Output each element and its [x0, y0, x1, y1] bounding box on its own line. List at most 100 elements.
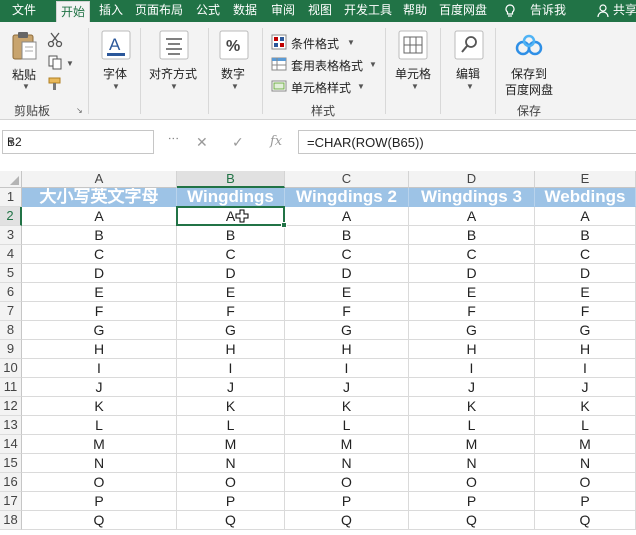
cell-b16[interactable]: O [177, 473, 285, 492]
cell-b3[interactable]: B [177, 226, 285, 245]
cell-c9[interactable]: H [285, 340, 409, 359]
row-header[interactable]: 11 [0, 378, 22, 397]
cell-a14[interactable]: M [22, 435, 177, 454]
cell-c14[interactable]: M [285, 435, 409, 454]
cell-d4[interactable]: C [409, 245, 535, 264]
formula-input[interactable]: =CHAR(ROW(B65)) [298, 130, 636, 154]
tab-5[interactable]: 数据 [228, 0, 262, 22]
number-button[interactable]: 数字 [221, 65, 245, 82]
cell-b15[interactable]: N [177, 454, 285, 473]
cells-dropdown-icon[interactable]: ▼ [411, 82, 419, 91]
cell-c16[interactable]: O [285, 473, 409, 492]
cell-d16[interactable]: O [409, 473, 535, 492]
cell-c2[interactable]: A [285, 207, 409, 226]
row-header[interactable]: 10 [0, 359, 22, 378]
cell-c7[interactable]: F [285, 302, 409, 321]
row-header[interactable]: 9 [0, 340, 22, 359]
cell-a10[interactable]: I [22, 359, 177, 378]
row-header[interactable]: 7 [0, 302, 22, 321]
cell-d1[interactable]: Wingdings 3 [409, 188, 535, 207]
cell-e14[interactable]: M [535, 435, 636, 454]
cell-a7[interactable]: F [22, 302, 177, 321]
copy-icon[interactable] [47, 54, 63, 70]
row-header[interactable]: 18 [0, 511, 22, 530]
cell-b17[interactable]: P [177, 492, 285, 511]
paste-icon[interactable] [10, 30, 40, 62]
column-header-a[interactable]: A [22, 171, 177, 188]
cell-a12[interactable]: K [22, 397, 177, 416]
font-button[interactable]: 字体 [103, 65, 127, 82]
cell-b1[interactable]: Wingdings [177, 188, 285, 207]
cell-d17[interactable]: P [409, 492, 535, 511]
tab-1[interactable]: 开始 [56, 1, 90, 22]
font-icon[interactable]: A [101, 30, 131, 60]
cell-a1[interactable]: 大小写英文字母 [22, 188, 177, 207]
cell-b9[interactable]: H [177, 340, 285, 359]
cell-d8[interactable]: G [409, 321, 535, 340]
tab-6[interactable]: 审阅 [266, 0, 300, 22]
baidu-netdisk-icon[interactable] [514, 34, 544, 58]
tab-3[interactable]: 页面布局 [131, 0, 187, 22]
cell-a8[interactable]: G [22, 321, 177, 340]
cell-b6[interactable]: E [177, 283, 285, 302]
row-header[interactable]: 5 [0, 264, 22, 283]
clipboard-launcher-icon[interactable]: ↘ [76, 106, 83, 115]
cell-d18[interactable]: Q [409, 511, 535, 530]
cell-a17[interactable]: P [22, 492, 177, 511]
cells-icon[interactable] [398, 30, 428, 60]
cell-d3[interactable]: B [409, 226, 535, 245]
lightbulb-icon[interactable] [504, 4, 516, 18]
save-to-baidu-line2[interactable]: 百度网盘 [505, 81, 553, 98]
cell-b11[interactable]: J [177, 378, 285, 397]
cell-e3[interactable]: B [535, 226, 636, 245]
cell-b14[interactable]: M [177, 435, 285, 454]
cell-b8[interactable]: G [177, 321, 285, 340]
cell-c15[interactable]: N [285, 454, 409, 473]
cell-b10[interactable]: I [177, 359, 285, 378]
cell-c12[interactable]: K [285, 397, 409, 416]
tab-0[interactable]: 文件 [0, 0, 48, 22]
cell-d6[interactable]: E [409, 283, 535, 302]
cell-e17[interactable]: P [535, 492, 636, 511]
cell-e15[interactable]: N [535, 454, 636, 473]
copy-dropdown-icon[interactable]: ▼ [66, 59, 74, 68]
cell-c6[interactable]: E [285, 283, 409, 302]
font-dropdown-icon[interactable]: ▼ [112, 82, 120, 91]
alignment-button[interactable]: 对齐方式 [149, 65, 197, 82]
name-box-dropdown-icon[interactable]: ▼ [7, 137, 149, 147]
cell-b5[interactable]: D [177, 264, 285, 283]
cells-button[interactable]: 单元格 [395, 65, 431, 82]
row-header[interactable]: 12 [0, 397, 22, 416]
cell-c1[interactable]: Wingdings 2 [285, 188, 409, 207]
cell-c10[interactable]: I [285, 359, 409, 378]
cell-d10[interactable]: I [409, 359, 535, 378]
cell-d7[interactable]: F [409, 302, 535, 321]
cell-b13[interactable]: L [177, 416, 285, 435]
save-to-baidu-line1[interactable]: 保存到 [511, 65, 547, 82]
editing-button[interactable]: 编辑 [456, 65, 480, 82]
alignment-dropdown-icon[interactable]: ▼ [170, 82, 178, 91]
cell-a18[interactable]: Q [22, 511, 177, 530]
row-header[interactable]: 4 [0, 245, 22, 264]
paste-dropdown-icon[interactable]: ▼ [22, 82, 30, 91]
cell-b12[interactable]: K [177, 397, 285, 416]
cell-e12[interactable]: K [535, 397, 636, 416]
tab-9[interactable]: 帮助 [398, 0, 432, 22]
cell-c4[interactable]: C [285, 245, 409, 264]
cell-b7[interactable]: F [177, 302, 285, 321]
cell-e16[interactable]: O [535, 473, 636, 492]
tab-8[interactable]: 开发工具 [340, 0, 396, 22]
format-painter-icon[interactable] [47, 76, 65, 92]
cell-c11[interactable]: J [285, 378, 409, 397]
cell-a4[interactable]: C [22, 245, 177, 264]
percent-icon[interactable]: % [219, 30, 249, 60]
number-dropdown-icon[interactable]: ▼ [231, 82, 239, 91]
cell-e18[interactable]: Q [535, 511, 636, 530]
cell-b18[interactable]: Q [177, 511, 285, 530]
cell-a3[interactable]: B [22, 226, 177, 245]
tell-me-search[interactable]: 告诉我 [522, 0, 574, 22]
tab-4[interactable]: 公式 [192, 0, 224, 22]
cell-b2[interactable]: A [177, 207, 285, 226]
cut-icon[interactable] [47, 32, 63, 48]
cell-e8[interactable]: G [535, 321, 636, 340]
